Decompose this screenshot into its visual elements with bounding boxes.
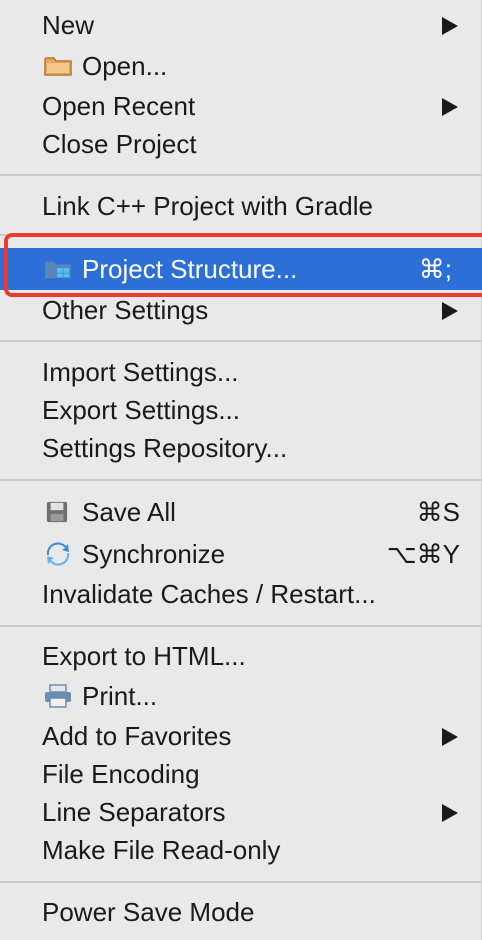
menu-item-line-separators[interactable]: Line Separators xyxy=(0,793,482,831)
menu-item-label: Export to HTML... xyxy=(42,641,246,671)
menu-item-label: Line Separators xyxy=(42,797,226,827)
menu-item-project-structure[interactable]: Project Structure... ⌘; xyxy=(0,248,482,290)
project-structure-icon xyxy=(45,261,71,279)
folder-icon xyxy=(44,57,72,76)
submenu-arrow-icon xyxy=(442,804,458,822)
menu-item-label: Settings Repository... xyxy=(42,433,288,463)
menu-separator xyxy=(0,881,482,883)
menu-item-synchronize[interactable]: Synchronize ⌥⌘Y xyxy=(0,535,482,573)
menu-separator xyxy=(0,174,482,176)
submenu-arrow-icon xyxy=(442,98,458,116)
menu-item-open-recent[interactable]: Open Recent xyxy=(0,87,482,125)
save-icon xyxy=(46,501,68,523)
menu-item-label: Add to Favorites xyxy=(42,721,232,751)
printer-icon xyxy=(45,684,71,708)
sync-icon xyxy=(46,542,70,566)
menu-item-print[interactable]: Print... xyxy=(0,677,482,715)
menu-item-shortcut: ⌘S xyxy=(416,497,460,527)
menu-item-export-html[interactable]: Export to HTML... xyxy=(0,637,482,675)
menu-item-label: Open... xyxy=(82,51,168,81)
menu-item-label: Save All xyxy=(82,497,176,527)
menu-separator xyxy=(0,340,482,342)
menu-item-label: Print... xyxy=(82,681,158,711)
submenu-arrow-icon xyxy=(442,728,458,746)
menu-item-label: Power Save Mode xyxy=(42,897,255,927)
file-menu: New Open... Open Recent Close Project Li… xyxy=(0,0,482,940)
submenu-arrow-icon xyxy=(442,17,458,35)
menu-separator xyxy=(0,234,482,236)
menu-separator xyxy=(0,625,482,627)
menu-item-label: Other Settings xyxy=(42,295,209,325)
menu-item-settings-repository[interactable]: Settings Repository... xyxy=(0,429,482,467)
menu-item-label: New xyxy=(42,10,95,40)
menu-item-file-encoding[interactable]: File Encoding xyxy=(0,755,482,793)
menu-item-new[interactable]: New xyxy=(0,6,482,44)
menu-item-power-save-mode[interactable]: Power Save Mode xyxy=(0,893,482,931)
menu-item-link-cpp-gradle[interactable]: Link C++ Project with Gradle xyxy=(0,187,482,225)
menu-item-label: Invalidate Caches / Restart... xyxy=(42,579,376,609)
menu-item-close-project[interactable]: Close Project xyxy=(0,125,482,163)
menu-item-export-settings[interactable]: Export Settings... xyxy=(0,391,482,429)
menu-item-shortcut: ⌥⌘Y xyxy=(386,539,460,569)
menu-item-label: File Encoding xyxy=(42,759,200,789)
menu-item-label: Make File Read-only xyxy=(42,835,281,865)
menu-item-other-settings[interactable]: Other Settings xyxy=(0,291,482,329)
menu-item-open[interactable]: Open... xyxy=(0,47,482,85)
menu-item-save-all[interactable]: Save All ⌘S xyxy=(0,493,482,531)
menu-item-label: Synchronize xyxy=(82,539,226,569)
menu-item-label: Link C++ Project with Gradle xyxy=(42,191,373,221)
menu-item-label: Open Recent xyxy=(42,91,196,121)
menu-item-shortcut: ⌘; xyxy=(418,254,452,284)
menu-item-add-favorites[interactable]: Add to Favorites xyxy=(0,717,482,755)
menu-item-invalidate-caches[interactable]: Invalidate Caches / Restart... xyxy=(0,575,482,613)
menu-item-label: Import Settings... xyxy=(42,357,239,387)
menu-item-label: Close Project xyxy=(42,129,197,159)
menu-item-label: Project Structure... xyxy=(82,254,298,284)
menu-separator xyxy=(0,479,482,481)
menu-item-make-read-only[interactable]: Make File Read-only xyxy=(0,831,482,869)
menu-item-import-settings[interactable]: Import Settings... xyxy=(0,353,482,391)
submenu-arrow-icon xyxy=(442,302,458,320)
menu-item-label: Export Settings... xyxy=(42,395,240,425)
